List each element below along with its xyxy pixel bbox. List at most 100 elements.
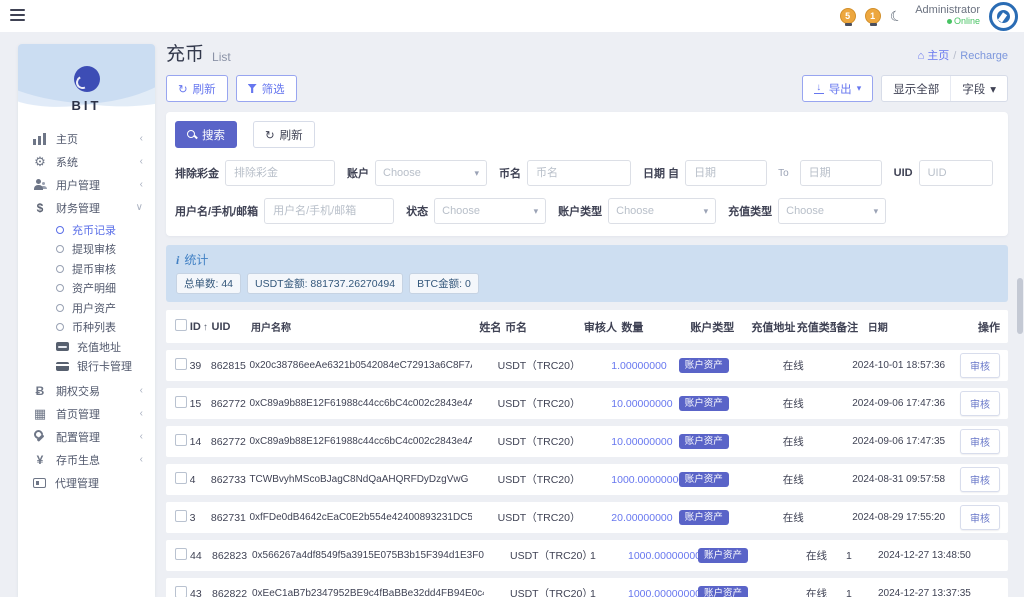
scrollbar-thumb[interactable] xyxy=(1017,278,1023,334)
recharge-type-select[interactable]: Choose ▾ xyxy=(778,198,887,224)
chevron-left-icon: ‹ xyxy=(139,179,143,190)
dark-mode-moon-icon[interactable]: ☾ xyxy=(888,6,905,26)
row-checkbox[interactable] xyxy=(175,396,187,408)
col-reviewer[interactable]: 审核人 xyxy=(584,319,621,335)
logo-icon xyxy=(73,66,100,92)
search-icon xyxy=(187,129,197,140)
sidebar-item-label: 代理管理 xyxy=(55,477,99,490)
breadcrumb-home-link[interactable]: ⌂ 主页 xyxy=(918,50,950,62)
sidebar-item-chart[interactable]: 主页 ‹ xyxy=(18,127,155,150)
cell-username: 0xC89a9b88E12F61988c44cc6bC4c002c2843e4A… xyxy=(249,398,473,409)
notification-coin-icon[interactable]: 5 xyxy=(839,8,856,26)
col-username[interactable]: 用户名称 xyxy=(251,319,479,334)
cell-recharge-type: 在线 xyxy=(806,588,827,597)
stat-btc-amount: BTC金额: 0 xyxy=(409,273,479,294)
row-checkbox[interactable] xyxy=(175,548,187,560)
sidebar-subitem[interactable]: 银行卡管理 xyxy=(18,357,155,377)
sidebar-item-idcard[interactable]: 代理管理 xyxy=(18,471,155,494)
notification-coin-icon[interactable]: 1 xyxy=(864,8,881,26)
amount-link[interactable]: 10.00000000 xyxy=(611,397,673,410)
search-button[interactable]: 搜索 xyxy=(175,121,237,148)
filter-button[interactable]: 筛选 xyxy=(235,75,297,102)
cell-account-type: 账户资产 xyxy=(678,433,739,450)
col-coin[interactable]: 币名 xyxy=(505,319,584,335)
refresh-button[interactable]: 刷新 xyxy=(166,75,228,102)
amount-link[interactable]: 20.00000000 xyxy=(611,511,673,524)
cell-amount: 20.00000000 xyxy=(611,511,678,524)
amount-link[interactable]: 1.00000000 xyxy=(611,359,667,372)
account-type-select[interactable]: Choose ▾ xyxy=(608,198,717,224)
audit-button[interactable]: 审核 xyxy=(959,467,1000,492)
exclude-bonus-input[interactable] xyxy=(225,160,335,186)
row-checkbox[interactable] xyxy=(175,434,187,446)
avatar[interactable] xyxy=(989,1,1018,31)
row-checkbox[interactable] xyxy=(175,358,187,370)
sidebar-toggle-icon[interactable] xyxy=(10,9,25,22)
audit-button[interactable]: 审核 xyxy=(959,391,1000,416)
sidebar-subitem[interactable]: 提币审核 xyxy=(18,259,155,279)
sidebar-subitem[interactable]: 币种列表 xyxy=(18,318,155,338)
panel-refresh-button[interactable]: 刷新 xyxy=(253,121,315,148)
cell-uid: 862772 xyxy=(210,397,246,410)
status-select[interactable]: Choose ▾ xyxy=(434,198,547,224)
col-uid[interactable]: UID xyxy=(212,321,251,333)
row-checkbox[interactable] xyxy=(175,472,187,484)
sidebar-subitem[interactable]: 充值地址 xyxy=(18,337,155,357)
account-select[interactable]: Choose ▾ xyxy=(375,160,487,186)
fields-dropdown[interactable]: 字段 ▾ xyxy=(950,76,1007,101)
filter-coin-name: 币名 xyxy=(499,160,631,186)
cell-amount: 1000.00000000 xyxy=(611,473,679,486)
user-info[interactable]: Administrator Online xyxy=(915,5,980,27)
filter-account: 账户 Choose ▾ xyxy=(347,160,487,186)
col-recharge-type[interactable]: 充值类型 xyxy=(797,319,836,335)
data-table: ID ↑ UID 用户名称 姓名 币名 审核人 数量 账户类型 充值地址 充值类型… xyxy=(166,310,1008,597)
sidebar-subitem-label: 充值地址 xyxy=(77,341,121,354)
sidebar-item-dollar[interactable]: 财务管理 ∨ xyxy=(18,196,155,219)
sidebar-item-users[interactable]: 用户管理 ‹ xyxy=(18,173,155,196)
row-checkbox[interactable] xyxy=(175,586,187,597)
amount-link[interactable]: 1000.00000000 xyxy=(611,473,679,486)
audit-button[interactable]: 审核 xyxy=(959,353,1000,378)
cell-coin: USDT（TRC20） xyxy=(497,360,575,372)
username-input[interactable] xyxy=(264,198,395,224)
sidebar-item-table[interactable]: 首页管理 ‹ xyxy=(18,402,155,425)
row-checkbox-cell xyxy=(166,548,190,563)
col-id[interactable]: ID ↑ xyxy=(190,321,212,333)
sidebar-subitem[interactable]: 提现审核 xyxy=(18,240,155,260)
table-row: 14 862772 0xC89a9b88E12F61988c44cc6bC4c002… xyxy=(166,426,1008,457)
circle-icon xyxy=(56,323,64,332)
col-account-type[interactable]: 账户类型 xyxy=(690,319,751,335)
sidebar-subitem[interactable]: 用户资产 xyxy=(18,298,155,318)
logo[interactable]: BIT xyxy=(18,44,155,113)
uid-input[interactable] xyxy=(918,160,993,186)
col-date[interactable]: 日期 xyxy=(868,319,978,334)
date-from-input[interactable] xyxy=(685,160,768,186)
sidebar-item-yen[interactable]: 存币生息 ‹ xyxy=(18,448,155,471)
sidebar-item-bitcoin[interactable]: 期权交易 ‹ xyxy=(18,379,155,402)
amount-link[interactable]: 1000.00000000 xyxy=(628,587,698,597)
col-note[interactable]: 备注 xyxy=(836,319,868,335)
bank-icon xyxy=(56,361,69,371)
amount-link[interactable]: 10.00000000 xyxy=(611,435,673,448)
col-amount[interactable]: 数量 xyxy=(621,319,690,335)
col-name[interactable]: 姓名 xyxy=(479,319,505,335)
export-button[interactable]: ↓ 导出 ▾ xyxy=(801,75,874,102)
sidebar-subitem[interactable]: 充币记录 xyxy=(18,220,155,240)
col-recharge-address[interactable]: 充值地址 xyxy=(751,319,796,335)
audit-button[interactable]: 审核 xyxy=(959,505,1000,530)
date-to-input[interactable] xyxy=(799,160,882,186)
sidebar-subitem[interactable]: 资产明细 xyxy=(18,279,155,299)
coin-name-input[interactable] xyxy=(527,160,631,186)
show-all-button[interactable]: 显示全部 xyxy=(882,76,950,101)
table-header: ID ↑ UID 用户名称 姓名 币名 审核人 数量 账户类型 充值地址 充值类型… xyxy=(166,310,1008,343)
sidebar-item-wrench[interactable]: 配置管理 ‹ xyxy=(18,425,155,448)
sidebar-subitem-label: 用户资产 xyxy=(72,302,116,315)
sidebar-subitem-label: 充币记录 xyxy=(72,224,116,237)
sidebar-item-gear[interactable]: 系统 ‹ xyxy=(18,150,155,173)
select-all-checkbox[interactable] xyxy=(175,319,187,331)
row-checkbox[interactable] xyxy=(175,510,187,522)
audit-button[interactable]: 审核 xyxy=(959,429,1000,454)
amount-link[interactable]: 1000.00000000 xyxy=(628,549,698,562)
chevron-down-icon: ▾ xyxy=(990,83,996,96)
cell-date: 2024-12-27 13:37:35 xyxy=(878,588,971,597)
